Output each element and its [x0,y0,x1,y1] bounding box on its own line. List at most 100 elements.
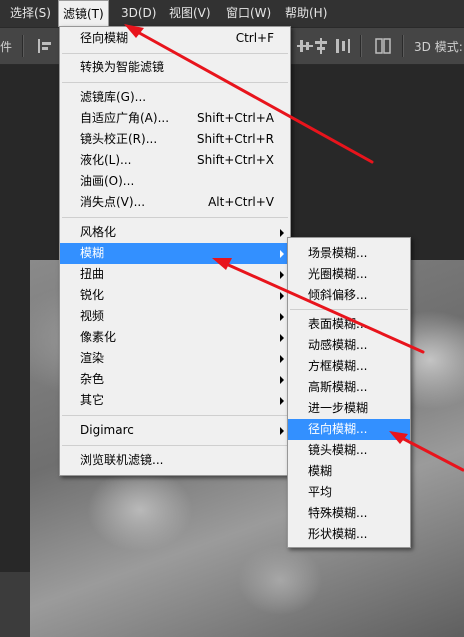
menu-divider [62,415,288,416]
menu-item-label: 镜头校正(R)... [80,132,158,146]
menu-item-label: 杂色 [80,372,105,386]
menu-filter[interactable]: 滤镜(T) [58,0,109,27]
submenu-item-label: 场景模糊... [308,246,368,260]
menu-item-label: 滤镜库(G)... [80,90,147,104]
options-separator [360,35,362,57]
menu-item-render[interactable]: 渲染 [60,348,290,369]
submenu-item-radial-blur[interactable]: 径向模糊... [288,419,410,440]
menu-item-vanishing-point[interactable]: 消失点(V)... Alt+Ctrl+V [60,192,290,213]
menu-item-lens-correction[interactable]: 镜头校正(R)... Shift+Ctrl+R [60,129,290,150]
submenu-item-label: 方框模糊... [308,359,368,373]
submenu-item-label: 形状模糊... [308,527,368,541]
submenu-item-average[interactable]: 平均 [288,482,410,503]
menu-item-label: 转换为智能滤镜 [80,60,165,74]
menu-window[interactable]: 窗口(W) [226,0,271,27]
submenu-arrow-icon [280,376,284,384]
submenu-item-label: 表面模糊... [308,317,368,331]
options-separator [22,35,24,57]
menu-item-label: 风格化 [80,225,117,239]
submenu-arrow-icon [280,229,284,237]
menu-item-label: 其它 [80,393,105,407]
menu-divider [62,445,288,446]
menu-item-shortcut: Shift+Ctrl+X [197,153,274,167]
menu-divider [62,82,288,83]
align-left-icon[interactable] [36,37,54,55]
menu-item-last-filter[interactable]: 径向模糊 Ctrl+F [60,28,290,49]
distribute-icon[interactable] [334,37,352,55]
menu-item-shortcut: Ctrl+F [235,31,274,45]
submenu-arrow-icon [280,427,284,435]
align-center-icon[interactable] [312,37,330,55]
submenu-item-label: 光圈模糊... [308,267,368,281]
menu-item-label: 锐化 [80,288,105,302]
submenu-item-shape-blur[interactable]: 形状模糊... [288,524,410,545]
menu-item-other[interactable]: 其它 [60,390,290,411]
submenu-item-gaussian-blur[interactable]: 高斯模糊... [288,377,410,398]
menu-item-shortcut: Alt+Ctrl+V [208,195,274,209]
submenu-arrow-icon [280,271,284,279]
menu-item-label: 像素化 [80,330,117,344]
submenu-arrow-icon [280,250,284,258]
menu-item-video[interactable]: 视频 [60,306,290,327]
menu-item-label: 自适应广角(A)... [80,111,170,125]
menu-divider [290,309,408,310]
menu-item-shortcut: Shift+Ctrl+R [196,132,274,146]
submenu-arrow-icon [280,334,284,342]
menu-item-digimarc[interactable]: Digimarc [60,420,290,441]
menu-item-liquify[interactable]: 液化(L)... Shift+Ctrl+X [60,150,290,171]
submenu-item-blur[interactable]: 模糊 [288,461,410,482]
submenu-item-label: 径向模糊... [308,422,368,436]
menu-item-blur[interactable]: 模糊 [60,243,290,264]
menu-item-label: 液化(L)... [80,153,132,167]
menu-item-label: Digimarc [80,423,134,437]
submenu-item-smart-blur[interactable]: 特殊模糊... [288,503,410,524]
menu-item-label: 消失点(V)... [80,195,146,209]
submenu-item-label: 镜头模糊... [308,443,368,457]
menu-select[interactable]: 选择(S) [10,0,51,27]
submenu-item-label: 进一步模糊 [308,401,369,415]
menu-item-distort[interactable]: 扭曲 [60,264,290,285]
menu-item-label: 渲染 [80,351,105,365]
submenu-item-label: 特殊模糊... [308,506,368,520]
submenu-item-iris-blur[interactable]: 光圈模糊... [288,264,410,285]
blur-submenu: 场景模糊... 光圈模糊... 倾斜偏移... 表面模糊... 动感模糊... … [287,237,411,548]
auto-align-icon[interactable] [374,37,392,55]
menu-item-filter-gallery[interactable]: 滤镜库(G)... [60,87,290,108]
submenu-arrow-icon [280,292,284,300]
submenu-item-tilt-shift[interactable]: 倾斜偏移... [288,285,410,306]
menu-view[interactable]: 视图(V) [169,0,211,27]
menu-item-browse-online-filters[interactable]: 浏览联机滤镜... [60,450,290,471]
submenu-item-motion-blur[interactable]: 动感模糊... [288,335,410,356]
submenu-item-field-blur[interactable]: 场景模糊... [288,243,410,264]
submenu-item-box-blur[interactable]: 方框模糊... [288,356,410,377]
menu-item-label: 扭曲 [80,267,105,281]
submenu-item-label: 高斯模糊... [308,380,368,394]
menubar: 选择(S) 滤镜(T) 3D(D) 视图(V) 窗口(W) 帮助(H) [0,0,464,27]
menu-item-adaptive-wide-angle[interactable]: 自适应广角(A)... Shift+Ctrl+A [60,108,290,129]
menu-item-convert-smart-filter[interactable]: 转换为智能滤镜 [60,57,290,78]
menu-item-sharpen[interactable]: 锐化 [60,285,290,306]
submenu-item-label: 倾斜偏移... [308,288,368,302]
menu-item-pixelate[interactable]: 像素化 [60,327,290,348]
menu-divider [62,217,288,218]
menu-item-stylize[interactable]: 风格化 [60,222,290,243]
submenu-item-label: 动感模糊... [308,338,368,352]
filter-menu: 径向模糊 Ctrl+F 转换为智能滤镜 滤镜库(G)... 自适应广角(A)..… [59,26,291,476]
submenu-arrow-icon [280,397,284,405]
submenu-arrow-icon [280,313,284,321]
submenu-item-surface-blur[interactable]: 表面模糊... [288,314,410,335]
menu-item-label: 模糊 [80,246,105,260]
menu-item-label: 视频 [80,309,105,323]
menu-item-label: 径向模糊 [80,31,129,45]
submenu-arrow-icon [280,355,284,363]
options-left-text: 件 [0,40,13,54]
3d-mode-label: 3D 模式: [414,40,463,54]
menu-divider [62,53,288,54]
menu-item-noise[interactable]: 杂色 [60,369,290,390]
submenu-item-lens-blur[interactable]: 镜头模糊... [288,440,410,461]
menu-item-oil-paint[interactable]: 油画(O)... [60,171,290,192]
menu-help[interactable]: 帮助(H) [285,0,327,27]
menu-3d[interactable]: 3D(D) [121,0,156,27]
submenu-item-blur-more[interactable]: 进一步模糊 [288,398,410,419]
submenu-item-label: 模糊 [308,464,333,478]
